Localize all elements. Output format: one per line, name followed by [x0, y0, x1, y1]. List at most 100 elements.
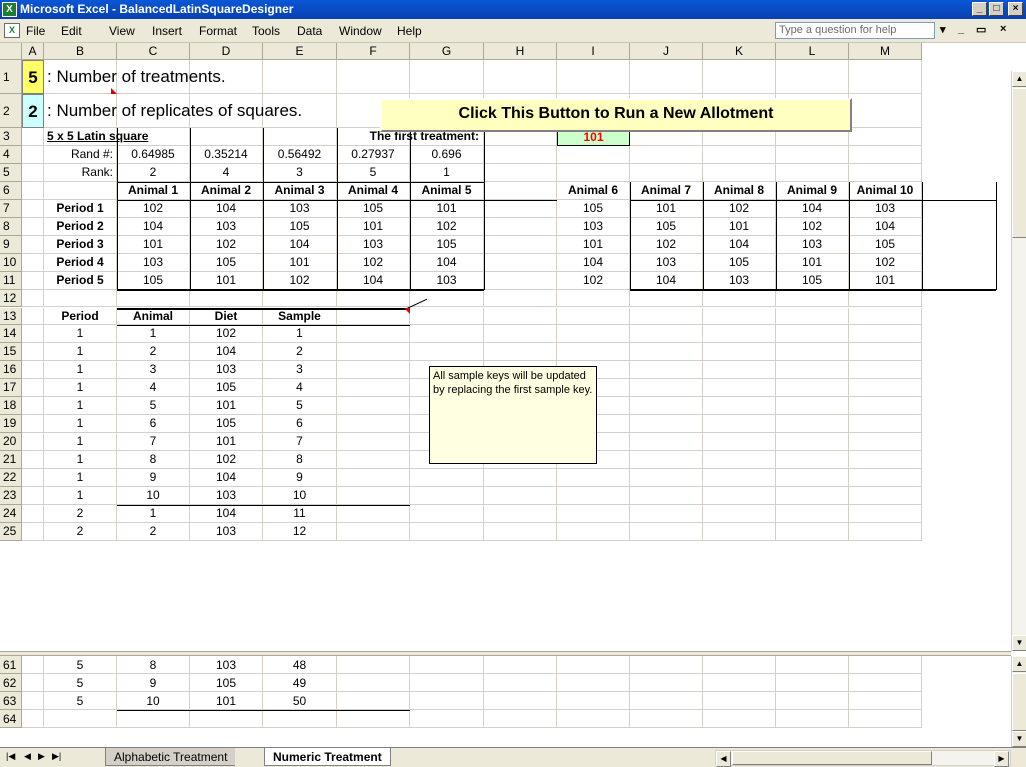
grid-cell[interactable] [263, 710, 337, 728]
grid-cell[interactable] [849, 361, 922, 380]
grid-cell[interactable] [484, 307, 557, 326]
treatment-cell[interactable]: 105 [190, 254, 263, 272]
grid-cell[interactable] [703, 656, 776, 674]
treatment-cell[interactable]: 103 [776, 236, 849, 254]
treatment-cell[interactable]: 105 [263, 218, 337, 236]
treatment-cell[interactable]: 102 [190, 236, 263, 254]
scroll-up-icon[interactable]: ▲ [1012, 656, 1026, 672]
treatment-cell[interactable]: 101 [337, 218, 410, 236]
animal-header[interactable]: Animal 4 [337, 182, 410, 200]
sample-cell[interactable]: 2 [117, 523, 190, 541]
column-header[interactable]: F [337, 43, 410, 60]
sample-cell[interactable]: 3 [263, 361, 337, 379]
replicates-label[interactable]: : Number of replicates of squares. [44, 94, 404, 128]
sample-cell[interactable]: 9 [117, 469, 190, 487]
row-header[interactable]: 15 [0, 343, 22, 362]
sample-header[interactable]: Animal [117, 308, 190, 326]
sample-cell[interactable]: 3 [117, 361, 190, 379]
column-header[interactable]: C [117, 43, 190, 60]
row-header[interactable]: 25 [0, 522, 22, 541]
grid-cell[interactable] [484, 60, 557, 94]
sample-cell[interactable]: 10 [117, 487, 190, 505]
grid-cell[interactable] [849, 487, 922, 505]
grid-cell[interactable] [630, 325, 703, 344]
grid-cell[interactable] [484, 325, 557, 344]
row-header[interactable]: 14 [0, 325, 22, 344]
comment-indicator-icon[interactable] [404, 307, 410, 314]
scroll-down-icon[interactable]: ▼ [1012, 635, 1026, 651]
grid-cell[interactable] [630, 397, 703, 416]
grid-cell[interactable] [703, 289, 776, 308]
tab-numeric-treatment[interactable]: Numeric Treatment [264, 748, 391, 766]
grid-cell[interactable] [776, 361, 849, 380]
grid-cell[interactable] [849, 656, 922, 674]
row-header[interactable]: 61 [0, 656, 22, 674]
treatment-cell[interactable]: 105 [117, 272, 190, 290]
grid-cell[interactable] [630, 487, 703, 505]
treatment-cell[interactable]: 102 [630, 236, 703, 254]
grid-cell[interactable] [557, 163, 630, 182]
row-header[interactable]: 19 [0, 415, 22, 434]
grid-cell[interactable] [337, 397, 410, 416]
sample-cell[interactable]: 1 [44, 343, 117, 361]
grid-cell[interactable] [410, 522, 484, 541]
minimize-button[interactable]: _ [972, 2, 987, 16]
grid-cell[interactable] [484, 469, 557, 487]
animal-header[interactable]: Animal 10 [849, 182, 922, 200]
treatment-cell[interactable]: 102 [410, 218, 484, 236]
grid-cell[interactable] [22, 325, 44, 344]
grid-cell[interactable] [557, 674, 630, 692]
grid-cell[interactable] [484, 181, 557, 200]
animal-header[interactable]: Animal 6 [557, 182, 630, 200]
grid-cell[interactable] [703, 343, 776, 362]
grid-cell[interactable] [776, 60, 849, 94]
grid-cell[interactable] [410, 60, 484, 94]
sample-cell[interactable]: 103 [190, 656, 263, 674]
grid-cell[interactable] [263, 289, 337, 308]
grid-cell[interactable] [703, 307, 776, 326]
prev-sheet-icon[interactable]: ◀ [24, 751, 31, 762]
treatment-cell[interactable]: 104 [630, 272, 703, 290]
grid-cell[interactable] [410, 656, 484, 674]
grid-cell[interactable] [22, 469, 44, 487]
scroll-down-icon[interactable]: ▼ [1012, 731, 1026, 747]
sample-cell[interactable]: 2 [117, 343, 190, 361]
rand-value[interactable]: 0.696 [410, 146, 484, 164]
grid-cell[interactable] [557, 469, 630, 487]
treatment-cell[interactable]: 101 [263, 254, 337, 272]
grid-cell[interactable] [557, 522, 630, 541]
treatment-cell[interactable]: 102 [703, 200, 776, 218]
treatment-cell[interactable]: 104 [117, 218, 190, 236]
grid-cell[interactable] [776, 656, 849, 674]
grid-cell[interactable] [484, 253, 557, 272]
grid-cell[interactable] [703, 710, 776, 728]
animal-header[interactable]: Animal 3 [263, 182, 337, 200]
rank-value[interactable]: 5 [337, 164, 410, 182]
grid-cell[interactable] [630, 163, 703, 182]
sample-cell[interactable]: 1 [44, 397, 117, 415]
grid-cell[interactable] [776, 415, 849, 434]
sample-cell[interactable]: 105 [190, 674, 263, 692]
sample-cell[interactable]: 103 [190, 487, 263, 505]
treatment-cell[interactable]: 102 [117, 200, 190, 218]
row-header[interactable]: 63 [0, 692, 22, 710]
sample-header[interactable]: Diet [190, 308, 263, 326]
grid-cell[interactable] [557, 325, 630, 344]
column-header[interactable]: E [263, 43, 337, 60]
scroll-up-icon[interactable]: ▲ [1012, 71, 1026, 87]
treatment-cell[interactable]: 104 [410, 254, 484, 272]
column-header[interactable]: D [190, 43, 263, 60]
grid-cell[interactable] [22, 710, 44, 728]
grid-cell[interactable] [22, 433, 44, 452]
column-header[interactable]: K [703, 43, 776, 60]
grid-cell[interactable] [410, 692, 484, 710]
grid-cell[interactable] [849, 343, 922, 362]
treatment-cell[interactable]: 102 [263, 272, 337, 290]
sample-cell[interactable]: 5 [263, 397, 337, 415]
sample-cell[interactable]: 2 [44, 523, 117, 541]
column-header[interactable]: I [557, 43, 630, 60]
sample-cell[interactable]: 10 [263, 487, 337, 505]
sample-cell[interactable]: 105 [190, 379, 263, 397]
sample-cell[interactable]: 104 [190, 343, 263, 361]
grid-cell[interactable] [484, 163, 557, 182]
